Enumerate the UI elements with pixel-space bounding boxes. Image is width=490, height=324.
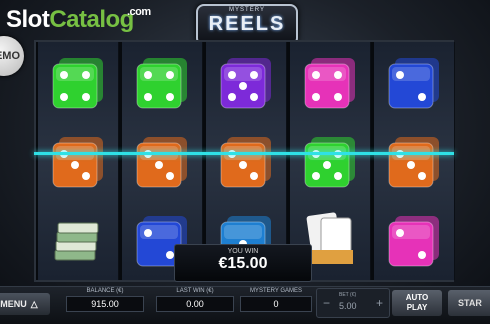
- autoplay-label-2: PLAY: [406, 303, 428, 312]
- dice-icon: [304, 137, 355, 188]
- dice-pip: [166, 172, 174, 180]
- dice-symbol: [290, 44, 370, 122]
- dice-pip: [71, 161, 79, 169]
- win-display: YOU WIN €15.00: [174, 244, 312, 282]
- dice-pip: [82, 172, 90, 180]
- win-amount: €15.00: [218, 255, 268, 272]
- dice-pip: [228, 93, 236, 101]
- dice-pip: [334, 71, 342, 79]
- menu-label: MENU: [0, 299, 27, 309]
- balance-field: BALANCE (€) 915.00: [66, 288, 144, 312]
- dice-pip: [82, 93, 90, 101]
- dice-pip: [239, 161, 247, 169]
- dice-pip: [396, 71, 404, 79]
- autoplay-label-1: AUTO: [405, 293, 429, 302]
- dice-symbol: [290, 123, 370, 201]
- win-label: YOU WIN: [227, 248, 259, 255]
- dice-pip: [144, 71, 152, 79]
- watermark-suffix: .com: [127, 6, 151, 18]
- slotcatalog-watermark: SlotCatalog .com: [6, 6, 151, 34]
- dice-symbol: [38, 44, 118, 122]
- mystery-games-field: MYSTERY GAMES 0: [240, 288, 312, 312]
- dice-pip: [312, 93, 320, 101]
- dice-pip: [166, 251, 174, 259]
- dice-icon: [388, 216, 439, 267]
- balance-value: 915.00: [66, 296, 144, 312]
- balance-label: BALANCE (€): [86, 288, 124, 294]
- dice-pip: [228, 71, 236, 79]
- mystery-games-value: 0: [240, 296, 312, 312]
- cash-stack-symbol: [38, 202, 118, 280]
- dice-symbol: [374, 123, 454, 201]
- dice-pip: [418, 251, 426, 259]
- last-win-field: LAST WIN (€) 0.00: [156, 288, 234, 312]
- bet-value: 5.00: [339, 301, 357, 311]
- dice-symbol: [206, 123, 286, 201]
- autoplay-button[interactable]: AUTO PLAY: [392, 290, 442, 316]
- dice-pip: [144, 93, 152, 101]
- dice-symbol: [374, 202, 454, 280]
- logo-reels-text: REELS: [208, 13, 286, 35]
- dice-icon: [136, 137, 187, 188]
- payline-indicator: [34, 152, 454, 155]
- dice-pip: [407, 161, 415, 169]
- dice-icon: [388, 58, 439, 109]
- dice-pip: [323, 161, 331, 169]
- bet-increase-button[interactable]: +: [376, 296, 383, 310]
- bet-selector: − BET (€) 5.00 +: [316, 288, 390, 318]
- cash-stack-icon: [54, 222, 99, 261]
- last-win-value: 0.00: [156, 296, 234, 312]
- bet-decrease-button[interactable]: −: [323, 296, 330, 310]
- dice-pip: [166, 71, 174, 79]
- last-win-label: LAST WIN (€): [176, 288, 214, 294]
- dice-symbol: [374, 44, 454, 122]
- dice-symbol: [122, 123, 202, 201]
- start-button[interactable]: STAR: [448, 290, 490, 316]
- dice-icon: [220, 58, 271, 109]
- dice-pip: [334, 172, 342, 180]
- dice-pip: [144, 229, 152, 237]
- dice-pip: [396, 229, 404, 237]
- dice-pip: [239, 82, 247, 90]
- chevron-up-icon: △: [30, 298, 38, 309]
- dice-icon: [52, 137, 103, 188]
- dice-pip: [60, 93, 68, 101]
- dice-icon: [304, 58, 355, 109]
- menu-button[interactable]: MENU △: [0, 293, 50, 315]
- dice-pip: [250, 172, 258, 180]
- dice-pip: [250, 71, 258, 79]
- dice-pip: [418, 93, 426, 101]
- reel-1: [38, 42, 119, 280]
- mystery-games-label: MYSTERY GAMES: [249, 288, 303, 294]
- dice-icon: [220, 137, 271, 188]
- dice-pip: [166, 93, 174, 101]
- watermark-catalog: Catalog: [49, 6, 134, 33]
- dice-pip: [312, 172, 320, 180]
- demo-badge: EMO: [0, 36, 24, 76]
- dice-pip: [155, 161, 163, 169]
- dice-icon: [388, 137, 439, 188]
- dice-pip: [312, 71, 320, 79]
- dice-icon: [136, 58, 187, 109]
- dice-symbol: [206, 44, 286, 122]
- dice-icon: [52, 58, 103, 109]
- dice-pip: [82, 71, 90, 79]
- dice-symbol: [122, 44, 202, 122]
- dice-pip: [250, 93, 258, 101]
- reel-5: [374, 42, 455, 280]
- dice-symbol: [38, 123, 118, 201]
- bet-label: BET (€): [339, 292, 357, 298]
- dice-pip: [334, 93, 342, 101]
- dice-pip: [418, 172, 426, 180]
- dice-pip: [60, 71, 68, 79]
- watermark-slot: Slot: [6, 6, 50, 33]
